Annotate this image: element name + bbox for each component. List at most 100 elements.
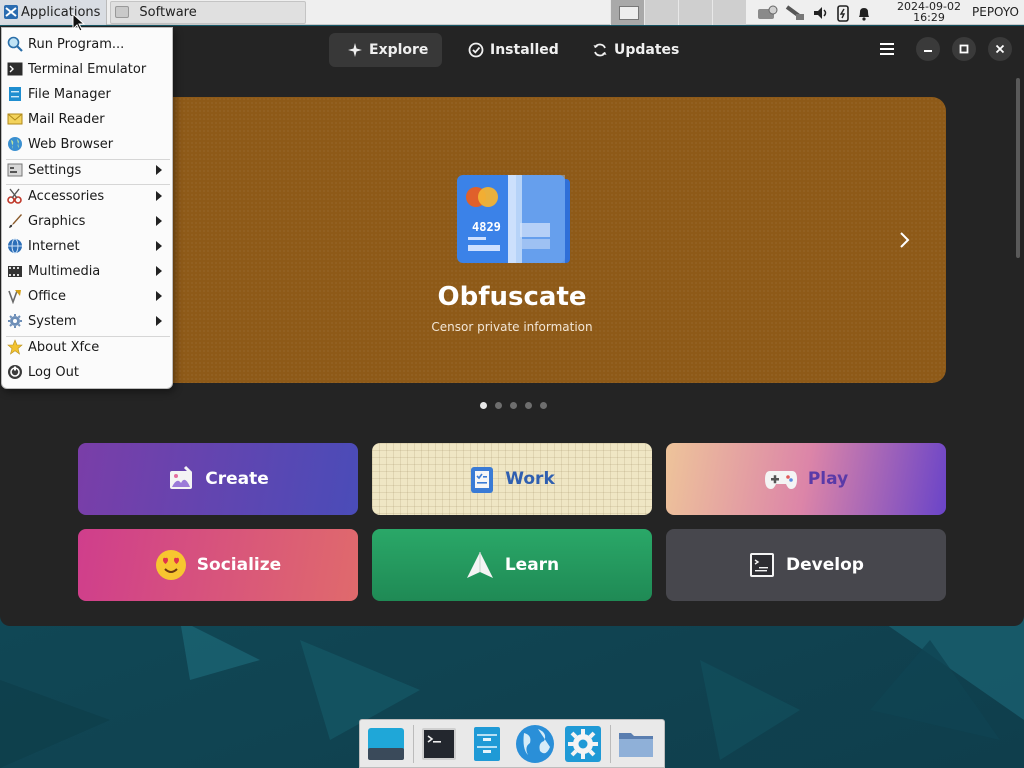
minimize-button[interactable]	[916, 37, 940, 61]
submenu-arrow-icon	[156, 266, 162, 276]
folder-icon[interactable]	[614, 722, 658, 766]
submenu-arrow-icon	[156, 316, 162, 326]
menu-item-label: Graphics	[28, 213, 86, 229]
tab-installed-label: Installed	[490, 42, 559, 58]
menu-item-label: Office	[28, 288, 66, 304]
terminal-icon[interactable]	[417, 722, 461, 766]
menu-item-internet[interactable]: Internet	[2, 234, 172, 258]
category-work[interactable]: Work	[372, 443, 652, 515]
network-icon[interactable]	[756, 4, 778, 22]
tab-explore[interactable]: Explore	[329, 33, 443, 67]
category-learn[interactable]: Learn	[372, 529, 652, 601]
hamburger-icon	[880, 43, 894, 55]
menu-item-about-xfce[interactable]: About Xfce	[2, 335, 172, 359]
carousel-dot[interactable]	[525, 402, 532, 409]
volume-icon[interactable]	[812, 4, 830, 22]
settings-gear-icon[interactable]	[561, 722, 605, 766]
category-play-label: Play	[807, 469, 849, 489]
maximize-button[interactable]	[952, 37, 976, 61]
category-create-label: Create	[205, 469, 269, 489]
submenu-arrow-icon	[156, 241, 162, 251]
menu-item-log-out[interactable]: Log Out	[2, 360, 172, 384]
workspace-3[interactable]	[678, 0, 712, 25]
main-menu-button[interactable]	[875, 37, 899, 61]
menu-item-terminal-emulator[interactable]: Terminal Emulator	[2, 57, 172, 81]
close-button[interactable]	[988, 37, 1012, 61]
chevron-right-icon[interactable]	[896, 230, 914, 250]
carousel-dot[interactable]	[480, 402, 487, 409]
mail-icon	[7, 111, 23, 127]
submenu-arrow-icon	[156, 191, 162, 201]
applications-menu-button[interactable]: Applications	[0, 0, 108, 25]
submenu-arrow-icon	[156, 165, 162, 175]
menu-item-office[interactable]: Office	[2, 284, 172, 308]
tab-installed[interactable]: Installed	[450, 33, 573, 67]
menu-item-graphics[interactable]: Graphics	[2, 209, 172, 233]
menu-item-label: Settings	[28, 162, 82, 178]
file-manager-icon[interactable]	[465, 722, 509, 766]
category-play[interactable]: Play	[666, 443, 946, 515]
card-number-text: 4829	[472, 220, 501, 234]
carousel-dot[interactable]	[540, 402, 547, 409]
close-icon	[995, 44, 1005, 54]
workspace-4[interactable]	[712, 0, 746, 25]
multimedia-icon	[7, 263, 23, 279]
scrollbar[interactable]	[1016, 78, 1020, 258]
taskbar-software-button[interactable]: Software	[110, 0, 307, 24]
office-icon	[7, 288, 23, 304]
user-name[interactable]: PEPOYO	[972, 5, 1019, 19]
menu-item-label: System	[28, 313, 77, 329]
globe-icon	[7, 136, 23, 152]
heart-eyes-emoji-icon	[155, 549, 187, 581]
desktop-icon[interactable]	[364, 722, 408, 766]
obfuscate-app-icon: 4829	[457, 175, 570, 263]
submenu-arrow-icon	[156, 291, 162, 301]
software-window-icon	[115, 6, 130, 18]
file-manager-icon	[7, 86, 23, 102]
carousel-dots	[480, 402, 547, 409]
cable-icon[interactable]	[784, 4, 806, 22]
logout-icon	[7, 364, 23, 380]
menu-item-web-browser[interactable]: Web Browser	[2, 132, 172, 156]
maximize-icon	[959, 44, 969, 54]
taskbar-software-label: Software	[139, 4, 197, 20]
menu-item-accessories[interactable]: Accessories	[2, 184, 172, 208]
dock-separator	[413, 724, 414, 763]
menu-item-system[interactable]: System	[2, 309, 172, 333]
category-socialize[interactable]: Socialize	[78, 529, 358, 601]
menu-item-file-manager[interactable]: File Manager	[2, 82, 172, 106]
menu-item-multimedia[interactable]: Multimedia	[2, 259, 172, 283]
workspace-2[interactable]	[644, 0, 678, 25]
category-create[interactable]: Create	[78, 443, 358, 515]
clock[interactable]: 2024-09-02 16:29	[895, 1, 963, 23]
category-develop-label: Develop	[786, 555, 864, 575]
battery-icon[interactable]	[836, 4, 850, 22]
submenu-arrow-icon	[156, 216, 162, 226]
category-develop[interactable]: Develop	[666, 529, 946, 601]
menu-item-label: File Manager	[28, 86, 111, 102]
tab-updates[interactable]: Updates	[574, 33, 693, 67]
workspace-switcher	[610, 0, 746, 25]
tab-explore-label: Explore	[369, 42, 429, 58]
category-socialize-label: Socialize	[196, 555, 282, 575]
sparkle-icon	[347, 42, 363, 58]
star-icon	[7, 339, 23, 355]
run-icon	[7, 36, 23, 52]
carousel-dot[interactable]	[495, 402, 502, 409]
check-circle-icon	[468, 42, 484, 58]
workspace-1[interactable]	[610, 0, 644, 25]
create-icon	[167, 465, 195, 493]
menu-item-mail-reader[interactable]: Mail Reader	[2, 107, 172, 131]
work-icon	[469, 464, 495, 494]
gamepad-icon	[764, 467, 798, 491]
menu-item-run-program[interactable]: Run Program...	[2, 32, 172, 56]
menu-item-label: Terminal Emulator	[28, 61, 147, 77]
notification-bell-icon[interactable]	[856, 4, 872, 22]
menu-item-label: Run Program...	[28, 36, 125, 52]
menu-item-label: Accessories	[28, 188, 105, 204]
xfce-logo-icon	[4, 5, 18, 19]
carousel-dot[interactable]	[510, 402, 517, 409]
menu-item-settings[interactable]: Settings	[2, 158, 172, 182]
web-browser-icon[interactable]	[513, 722, 557, 766]
system-icon	[7, 313, 23, 329]
